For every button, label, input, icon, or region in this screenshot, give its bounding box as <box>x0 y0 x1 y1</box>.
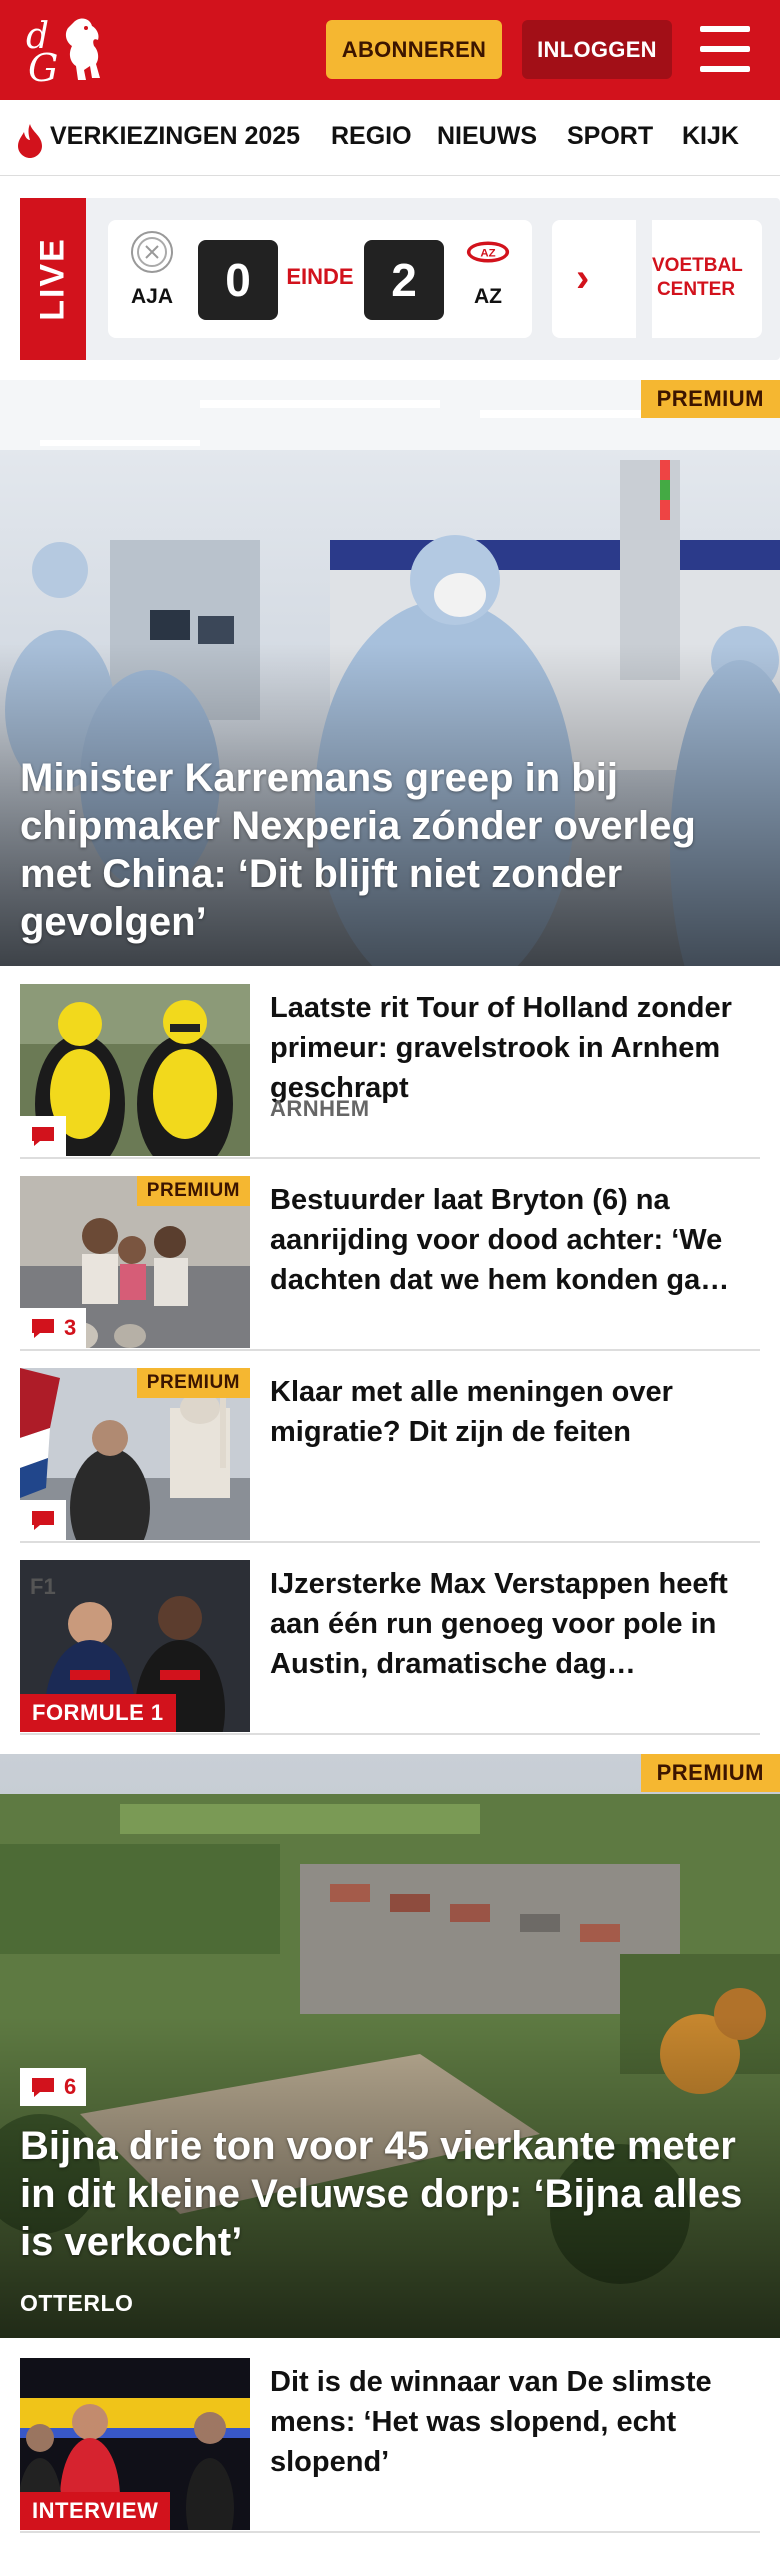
chevron-right-icon[interactable]: › <box>576 256 589 301</box>
article-thumbnail: PREMIUM 3 <box>20 1176 250 1348</box>
article-item[interactable]: Laatste rit Tour of Holland zonder prime… <box>20 966 760 1159</box>
hero-location: OTTERLO <box>20 2290 134 2316</box>
live-label: LIVE <box>20 198 86 360</box>
article-title[interactable]: IJzersterke Max Verstappen heeft aan één… <box>270 1564 760 1684</box>
article-item[interactable]: INTERVIEW Dit is de winnaar van De slims… <box>20 2340 760 2533</box>
home-team: AJA <box>122 230 182 309</box>
nav-item-nieuws[interactable]: NIEUWS <box>437 122 537 151</box>
premium-badge: PREMIUM <box>136 1368 250 1398</box>
premium-badge: PREMIUM <box>136 1176 250 1206</box>
comment-count <box>20 1500 66 1540</box>
comment-icon <box>32 1511 54 1530</box>
az-crest-icon: AZ <box>466 241 510 263</box>
article-title[interactable]: Klaar met alle meningen over migratie? D… <box>270 1372 760 1452</box>
home-team-name: AJA <box>130 285 173 308</box>
live-score-widget: LIVE AJA 0 EINDE 2 AZ AZ › VOETBAL CENTE… <box>20 198 780 360</box>
comment-count: 3 <box>20 1308 87 1348</box>
article-item[interactable]: PREMIUM 3 Bestuurder laat Bryton (6) na … <box>20 1158 760 1351</box>
comment-icon <box>32 2078 54 2097</box>
comment-count: 6 <box>20 2068 87 2106</box>
article-location: ARNHEM <box>270 1096 370 1121</box>
flame-icon <box>18 124 42 158</box>
hamburger-icon[interactable] <box>700 26 750 72</box>
svg-text:AZ: AZ <box>480 247 495 259</box>
category-tag: INTERVIEW <box>20 2492 171 2530</box>
home-score: 0 <box>198 240 278 320</box>
article-title[interactable]: Laatste rit Tour of Holland zonder prime… <box>270 988 760 1108</box>
voetbalcenter-link[interactable]: VOETBAL CENTER <box>636 220 743 338</box>
site-header: d G ABONNEREN INLOGGEN <box>0 0 780 100</box>
article-thumbnail: INTERVIEW <box>20 2358 250 2530</box>
hero-title[interactable]: Bijna drie ton voor 45 vierkante meter i… <box>20 2122 760 2266</box>
hero-title[interactable]: Minister Karremans greep in bij chipmake… <box>20 754 740 946</box>
match-card[interactable]: AJA 0 EINDE 2 AZ AZ <box>108 220 532 338</box>
premium-badge: PREMIUM <box>640 1754 780 1792</box>
comment-icon <box>32 1127 54 1146</box>
horse-emblem-icon <box>65 18 100 80</box>
nav-item-sport[interactable]: SPORT <box>567 122 653 151</box>
match-status: EINDE <box>286 264 354 289</box>
nav-item-kijk[interactable]: KIJK <box>682 122 739 151</box>
comment-icon <box>32 1319 54 1338</box>
article-title[interactable]: Dit is de winnaar van De slimste mens: ‘… <box>270 2362 760 2482</box>
nav-item-verkiezingen[interactable]: VERKIEZINGEN 2025 <box>50 122 300 151</box>
article-thumbnail: PREMIUM <box>20 1368 250 1540</box>
login-button[interactable]: INLOGGEN <box>522 20 672 79</box>
article-title[interactable]: Bestuurder laat Bryton (6) na aanrijding… <box>270 1180 760 1300</box>
dg-logo[interactable]: d G <box>22 12 112 90</box>
article-thumbnail: F1 FIA FORMULE 1 <box>20 1560 250 1732</box>
away-team-name: AZ <box>474 285 502 308</box>
category-tag: FORMULE 1 <box>20 1694 176 1732</box>
hero-article[interactable]: PREMIUM 6 Bijna drie ton voor 45 vierkan… <box>0 1754 780 2338</box>
comment-count <box>20 1116 66 1156</box>
subscribe-button[interactable]: ABONNEREN <box>326 20 502 79</box>
away-score: 2 <box>364 240 444 320</box>
premium-badge: PREMIUM <box>640 380 780 418</box>
voetbalcenter-card[interactable]: › VOETBAL CENTER <box>552 220 762 338</box>
article-item[interactable]: PREMIUM Klaar met alle meningen over mig… <box>20 1350 760 1543</box>
ajax-crest-icon <box>131 231 173 273</box>
nav-item-regio[interactable]: REGIO <box>331 122 412 151</box>
article-item[interactable]: F1 FIA FORMULE 1 IJzersterke Max Verstap… <box>20 1542 760 1735</box>
hero-article[interactable]: PREMIUM Minister Karremans greep in bij … <box>0 380 780 966</box>
svg-text:F1: F1 <box>30 1574 56 1599</box>
main-nav: VERKIEZINGEN 2025 REGIO NIEUWS SPORT KIJ… <box>0 100 780 176</box>
away-team: AZ AZ <box>458 230 518 309</box>
article-thumbnail <box>20 984 250 1156</box>
